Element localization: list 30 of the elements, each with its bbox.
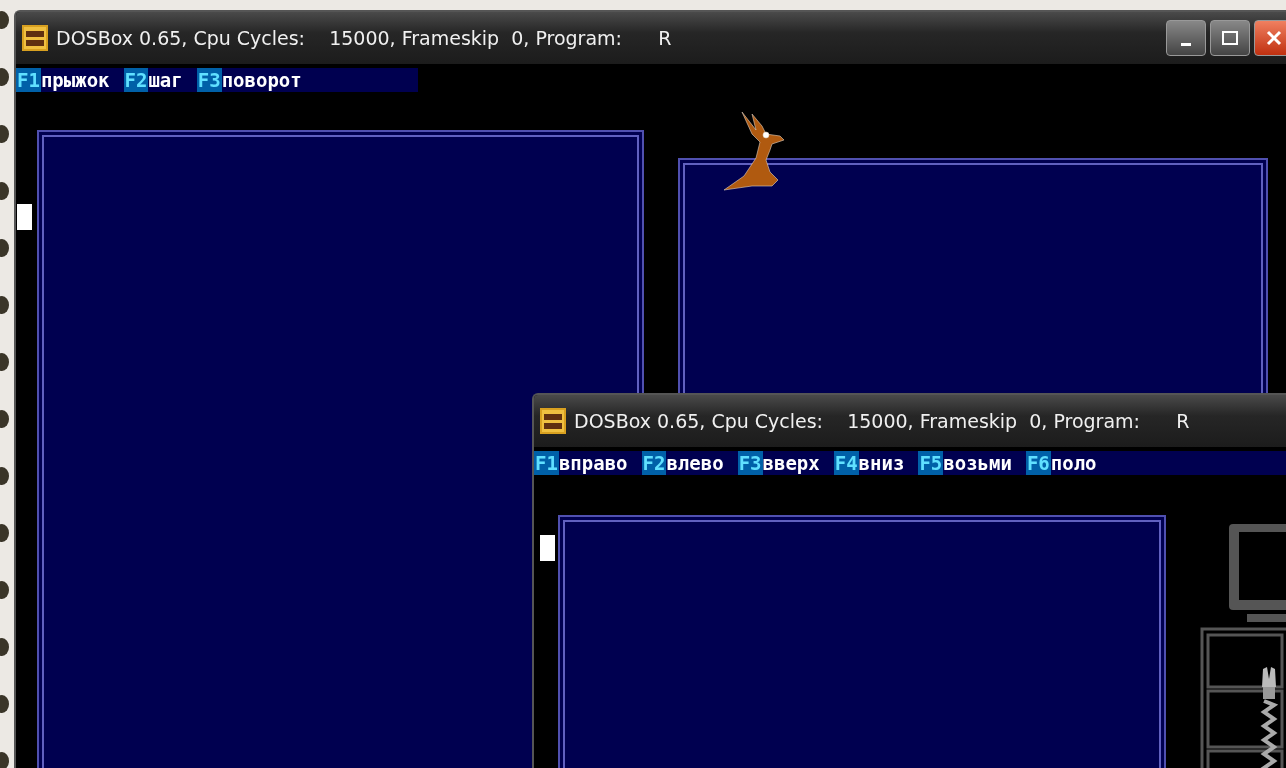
menu-command[interactable]: шаг (148, 68, 183, 92)
maximize-button[interactable] (1210, 20, 1250, 56)
menu-command[interactable]: поворот (221, 68, 302, 92)
function-key[interactable]: F5 (918, 451, 944, 475)
text-cursor (540, 535, 555, 561)
function-key[interactable]: F6 (1025, 451, 1051, 475)
maximize-icon (1221, 30, 1239, 46)
minimize-button[interactable] (1166, 20, 1206, 56)
menu-command[interactable]: поло (1050, 451, 1097, 475)
menu-command[interactable]: прыжок (40, 68, 110, 92)
close-button[interactable] (1254, 20, 1286, 56)
function-key[interactable]: F3 (737, 451, 763, 475)
window-title: DOSBox 0.65, Cpu Cycles: 15000, Frameskip 0, Program: R (56, 27, 673, 49)
function-key[interactable]: F4 (833, 451, 859, 475)
function-key[interactable]: F1 (534, 451, 559, 475)
function-key[interactable]: F2 (123, 68, 149, 92)
menu-command[interactable]: вправо (558, 451, 628, 475)
window-title: DOSBox 0.65, Cpu Cycles: 15000, Frameskip 0, Program: R (574, 410, 1191, 432)
dosbox-logo-icon (540, 408, 566, 434)
menu-command[interactable]: влево (666, 451, 724, 475)
menu-command[interactable]: вверх (762, 451, 820, 475)
menu-command[interactable]: вниз (858, 451, 905, 475)
function-key[interactable]: F2 (641, 451, 667, 475)
function-key[interactable]: F1 (16, 68, 41, 92)
dosbox-logo-icon (22, 25, 48, 51)
minimize-icon (1181, 42, 1191, 46)
close-icon (1265, 29, 1283, 47)
menu-command[interactable]: возьми (943, 451, 1012, 475)
text-cursor (17, 204, 32, 230)
function-key[interactable]: F3 (196, 68, 222, 92)
